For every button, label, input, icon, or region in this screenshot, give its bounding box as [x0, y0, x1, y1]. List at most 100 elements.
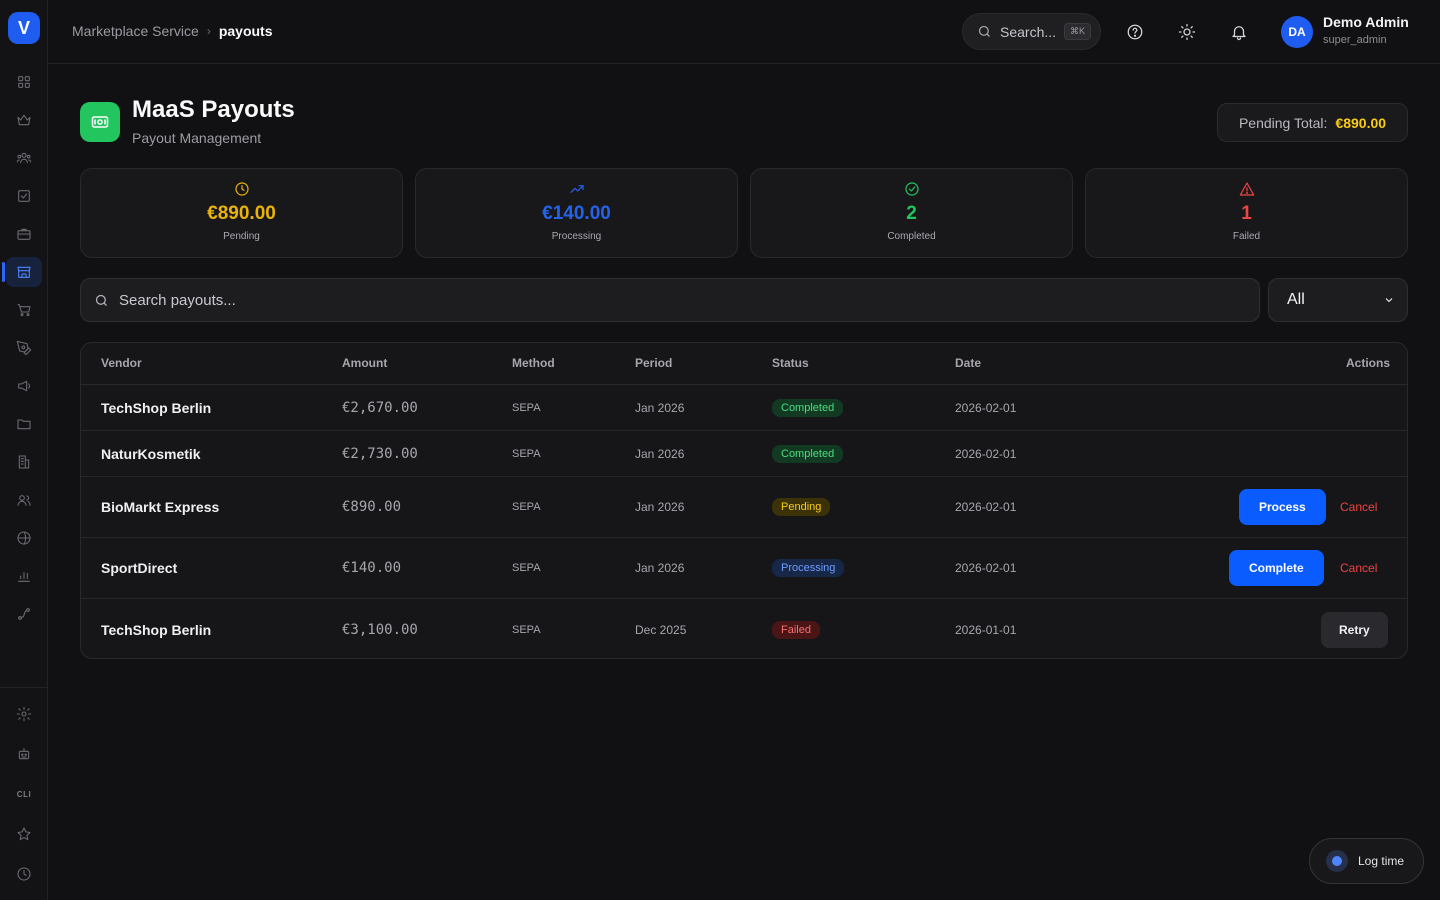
store-icon[interactable] [6, 257, 42, 287]
top-header: Marketplace Service › payouts Search... … [48, 0, 1440, 64]
table-row: NaturKosmetik €2,730.00 SEPA Jan 2026 Co… [81, 431, 1407, 477]
stat-label: Pending [223, 231, 260, 242]
method: SEPA [512, 401, 541, 414]
pending-total-badge: Pending Total: €890.00 [1217, 103, 1408, 142]
crown-icon[interactable] [12, 108, 36, 132]
status-filter-value: All [1287, 291, 1305, 308]
app-logo[interactable]: V [8, 12, 40, 44]
cart-icon[interactable] [12, 298, 36, 322]
column-header-vendor: Vendor [101, 356, 142, 370]
cli-button[interactable]: CLI [12, 782, 36, 806]
global-search-placeholder: Search... [1000, 23, 1057, 40]
folder-icon[interactable] [12, 412, 36, 436]
bar-chart-icon[interactable] [12, 564, 36, 588]
search-icon [978, 25, 990, 37]
amount: €2,670.00 [342, 399, 418, 416]
stat-label: Completed [887, 231, 936, 242]
chevron-down-icon [1385, 298, 1393, 303]
user-name[interactable]: Demo Admin [1323, 14, 1409, 30]
route-icon[interactable] [12, 602, 36, 626]
contacts-icon[interactable] [12, 488, 36, 512]
breadcrumb-current: payouts [218, 23, 273, 39]
date: 2026-01-01 [955, 622, 1017, 637]
stat-label: Failed [1232, 231, 1261, 242]
users-group-icon[interactable] [12, 146, 36, 170]
stat-card-completed: 2 Completed [750, 168, 1073, 258]
clock-icon[interactable] [12, 862, 36, 886]
breadcrumb-parent[interactable]: Marketplace Service [72, 23, 199, 39]
date: 2026-02-01 [955, 400, 1017, 415]
stat-card-processing: €140.00 Processing [415, 168, 738, 258]
sun-icon[interactable] [1176, 21, 1198, 43]
payout-search-box [80, 278, 1260, 322]
bell-icon[interactable] [1228, 21, 1250, 43]
stat-value: €890.00 [207, 203, 276, 224]
log-time-button[interactable]: Log time [1309, 838, 1424, 884]
stat-value: 1 [1241, 203, 1252, 224]
active-indicator [2, 262, 5, 282]
banknote-icon [80, 102, 120, 142]
process-button[interactable]: Process [1239, 489, 1326, 525]
cancel-button[interactable]: Cancel [1340, 561, 1377, 575]
payouts-table: Vendor Amount Method Period Status Date … [80, 342, 1408, 659]
vendor-name: TechShop Berlin [101, 399, 212, 416]
complete-button[interactable]: Complete [1229, 550, 1324, 586]
retry-button[interactable]: Retry [1321, 611, 1388, 648]
column-header-amount: Amount [342, 356, 388, 370]
status-badge: Pending [772, 498, 831, 516]
amount: €2,730.00 [342, 445, 418, 462]
period: Jan 2026 [635, 500, 685, 514]
sidebar-divider [0, 687, 48, 688]
sidebar: V CLI [0, 0, 48, 900]
date: 2026-02-01 [955, 446, 1017, 461]
check-circle-icon [904, 181, 920, 197]
table-row: TechShop Berlin €3,100.00 SEPA Dec 2025 … [81, 599, 1407, 658]
pen-tool-icon[interactable] [12, 336, 36, 360]
avatar[interactable]: DA [1281, 16, 1313, 48]
global-search-button[interactable]: Search... ⌘K [962, 13, 1101, 50]
briefcase-icon[interactable] [12, 222, 36, 246]
table-row: TechShop Berlin €2,670.00 SEPA Jan 2026 … [81, 385, 1407, 431]
column-header-status: Status [772, 356, 809, 370]
stat-value: €140.00 [542, 203, 611, 224]
period: Dec 2025 [635, 622, 687, 637]
trending-up-icon [569, 181, 585, 197]
vendor-name: BioMarkt Express [101, 499, 220, 515]
column-header-method: Method [512, 356, 555, 370]
status-filter-select[interactable]: All [1268, 278, 1408, 322]
globe-icon[interactable] [12, 526, 36, 550]
checkbox-icon[interactable] [12, 184, 36, 208]
table-row: BioMarkt Express €890.00 SEPA Jan 2026 P… [81, 477, 1407, 538]
stat-card-pending: €890.00 Pending [80, 168, 403, 258]
vendor-name: NaturKosmetik [101, 445, 201, 462]
payout-search-input[interactable] [119, 291, 1219, 309]
megaphone-icon[interactable] [12, 374, 36, 398]
dashboard-icon[interactable] [12, 70, 36, 94]
settings-icon[interactable] [12, 702, 36, 726]
robot-icon[interactable] [12, 742, 36, 766]
stat-label: Processing [551, 231, 602, 242]
search-shortcut: ⌘K [1064, 23, 1092, 40]
period: Jan 2026 [635, 446, 685, 461]
page-subtitle: Payout Management [132, 130, 262, 146]
column-header-date: Date [955, 356, 982, 370]
pending-total-value: €890.00 [1335, 114, 1387, 131]
amount: €3,100.00 [342, 621, 418, 638]
page-title: MaaS Payouts [132, 96, 295, 123]
column-header-period: Period [635, 356, 673, 370]
cli-label: CLI [16, 789, 32, 799]
period: Jan 2026 [635, 561, 685, 575]
method: SEPA [512, 447, 541, 460]
vendor-name: TechShop Berlin [101, 621, 212, 638]
search-icon [95, 294, 107, 306]
building-icon[interactable] [12, 450, 36, 474]
star-icon[interactable] [12, 822, 36, 846]
cancel-button[interactable]: Cancel [1340, 500, 1377, 514]
date: 2026-02-01 [955, 500, 1017, 514]
help-icon[interactable] [1124, 21, 1146, 43]
method: SEPA [512, 501, 541, 513]
user-role: super_admin [1323, 34, 1387, 46]
table-row: SportDirect €140.00 SEPA Jan 2026 Proces… [81, 538, 1407, 599]
column-header-actions: Actions [1345, 356, 1390, 370]
alert-triangle-icon [1239, 181, 1255, 197]
